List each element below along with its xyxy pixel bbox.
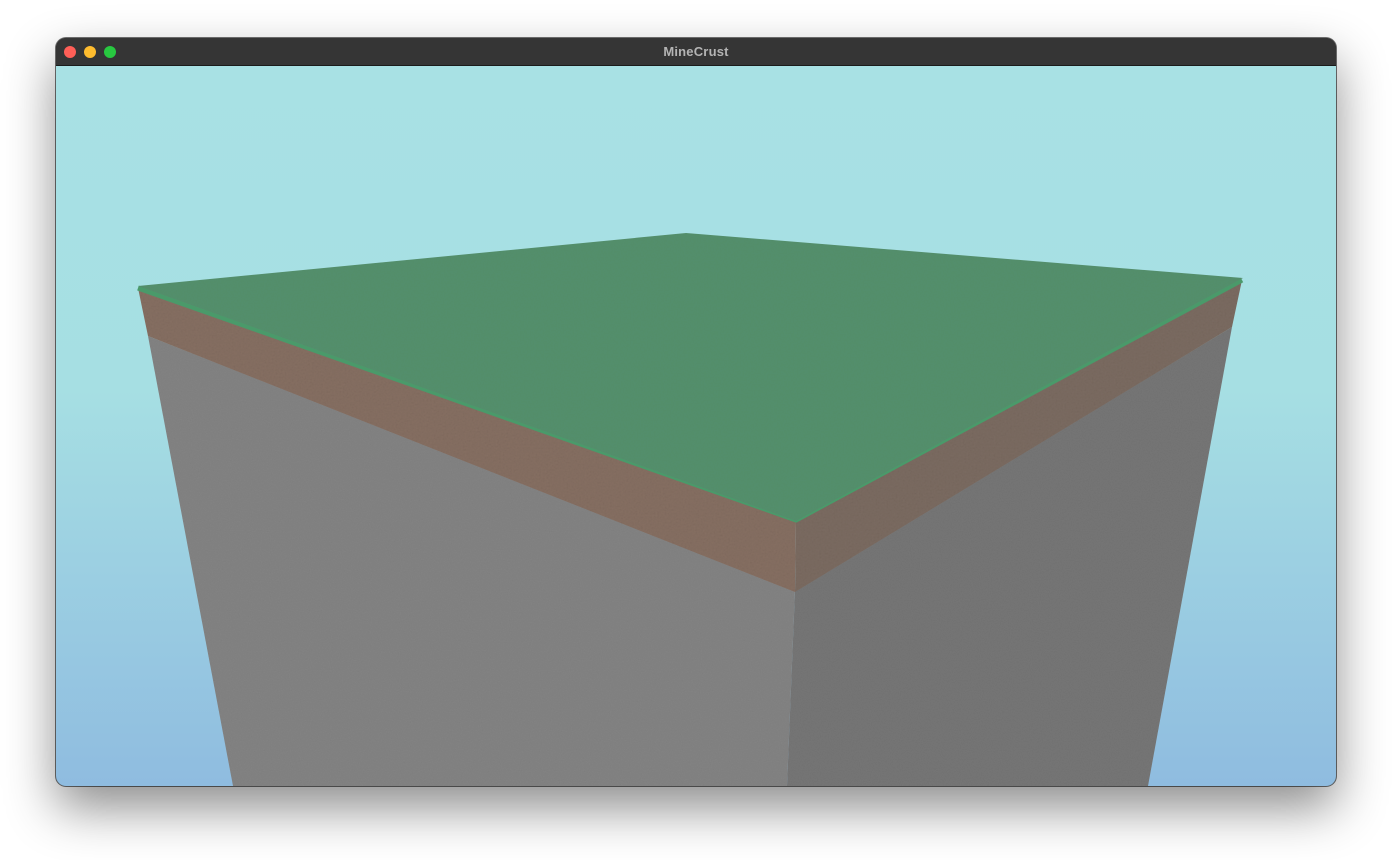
app-window: MineCrust [56,38,1336,786]
game-viewport[interactable] [56,66,1336,786]
title-bar[interactable]: MineCrust [56,38,1336,66]
game-scene[interactable] [56,66,1336,786]
window-title: MineCrust [663,44,729,59]
